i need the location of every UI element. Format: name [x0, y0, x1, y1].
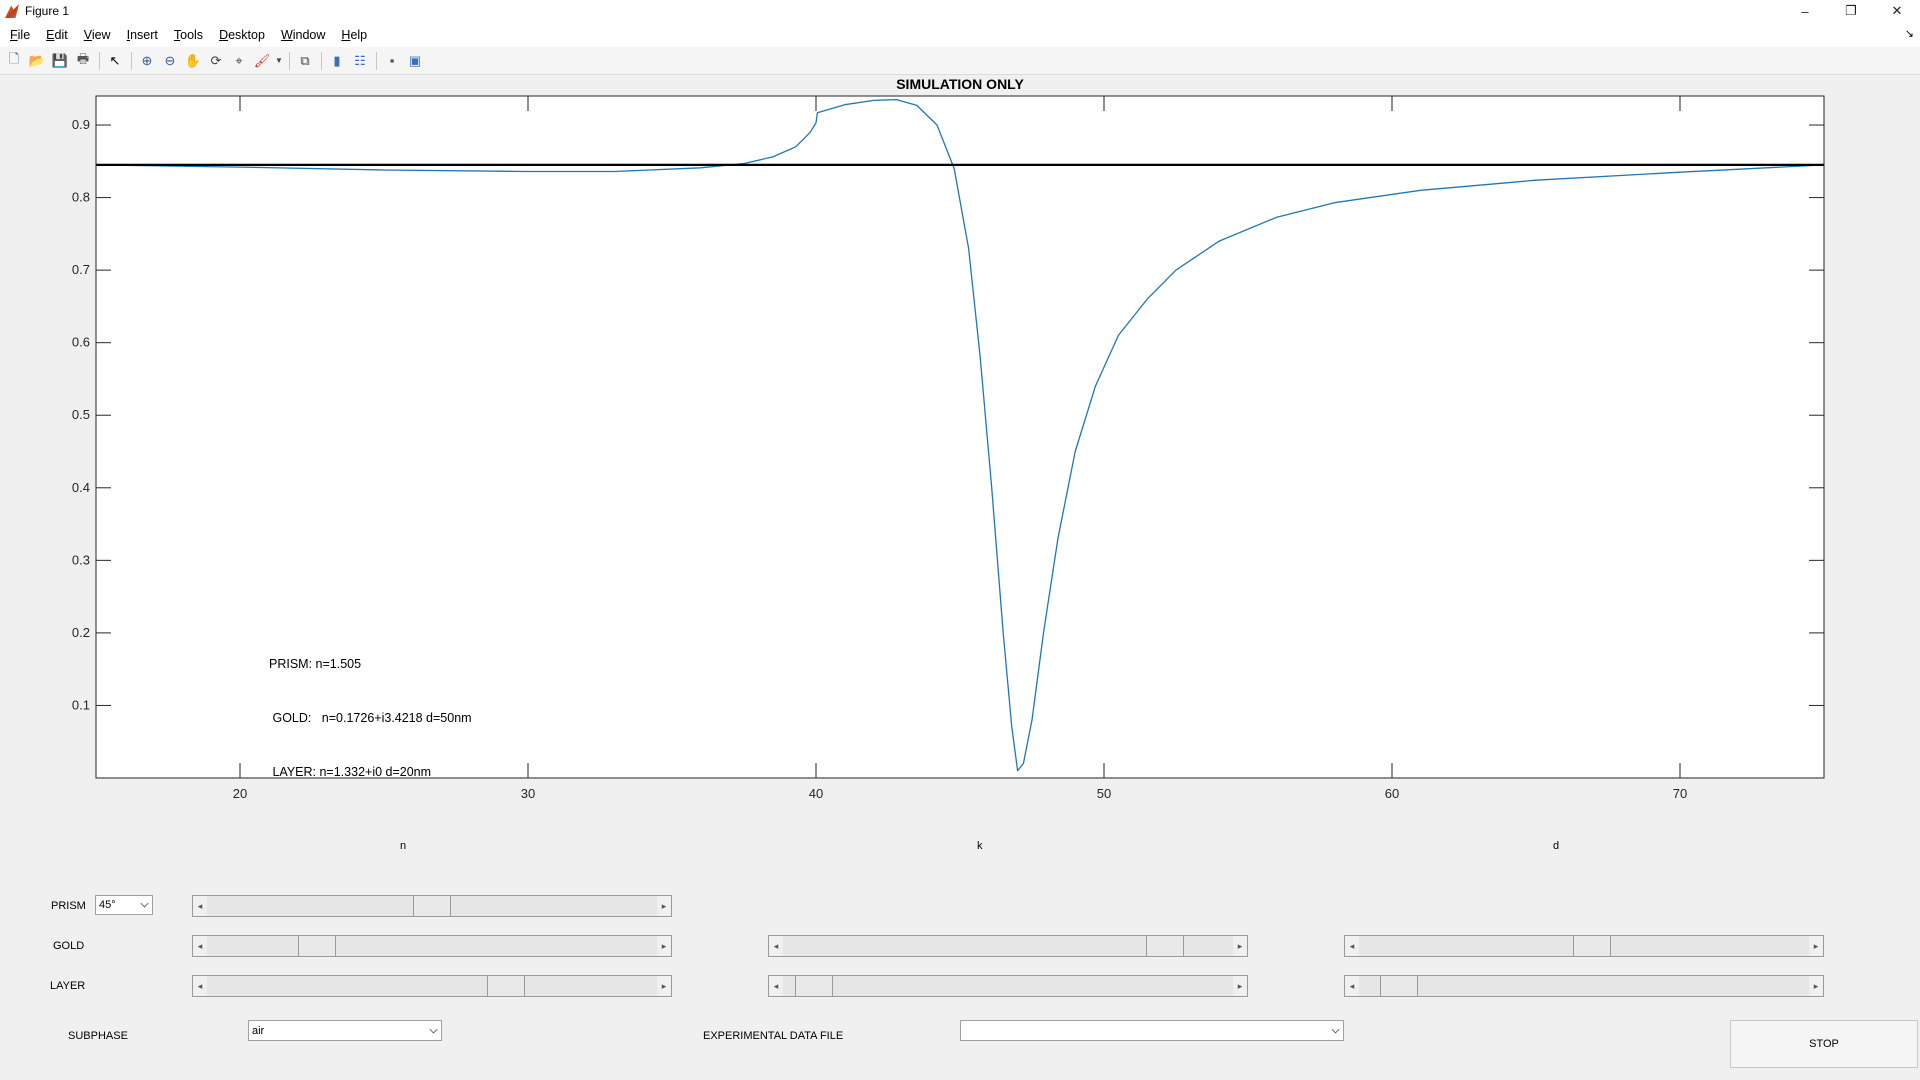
- chevron-down-icon: [429, 1025, 438, 1033]
- x-tick-label: 60: [1385, 786, 1399, 801]
- chevron-down-icon: [140, 899, 149, 908]
- slider-right-arrow[interactable]: ▸: [1809, 936, 1823, 956]
- subphase-select[interactable]: air: [248, 1020, 442, 1041]
- plot-axes[interactable]: 20 30 40 50 60 70 0.1 0.2 0.3 0.4 0.5 0.6 0.7 0.8 0.9: [0, 0, 1920, 1080]
- plot-annotation: PRISM: n=1.505 GOLD: n=0.1726+i3.4218 d=…: [269, 619, 472, 799]
- x-tick-label: 20: [233, 786, 247, 801]
- y-tick-label: 0.6: [72, 335, 90, 350]
- slider-right-arrow[interactable]: ▸: [657, 976, 671, 996]
- slider-thumb[interactable]: [1379, 976, 1418, 996]
- y-tick-label: 0.9: [72, 117, 90, 132]
- slider-thumb[interactable]: [795, 976, 834, 996]
- layer-n-slider[interactable]: ◂ ▸: [192, 975, 672, 997]
- slider-left-arrow[interactable]: ◂: [1345, 936, 1359, 956]
- experimental-data-file-select[interactable]: [960, 1020, 1344, 1041]
- y-tick-label: 0.2: [72, 625, 90, 640]
- experimental-data-file-label: EXPERIMENTAL DATA FILE: [703, 1030, 844, 1042]
- y-tick-label: 0.1: [72, 697, 90, 712]
- gold-n-slider[interactable]: ◂ ▸: [192, 935, 672, 957]
- stop-button[interactable]: STOP: [1730, 1020, 1918, 1068]
- slider-left-arrow[interactable]: ◂: [193, 896, 207, 916]
- row-label-prism: PRISM: [51, 900, 86, 912]
- slider-thumb[interactable]: [1145, 936, 1184, 956]
- slider-thumb[interactable]: [297, 936, 336, 956]
- row-label-layer: LAYER: [50, 980, 86, 992]
- x-tick-label: 50: [1097, 786, 1111, 801]
- slider-right-arrow[interactable]: ▸: [1233, 936, 1247, 956]
- y-tick-label: 0.5: [72, 407, 90, 422]
- x-tick-label: 40: [809, 786, 823, 801]
- x-tick-label: 30: [521, 786, 535, 801]
- slider-right-arrow[interactable]: ▸: [1809, 976, 1823, 996]
- subphase-label: SUBPHASE: [68, 1030, 128, 1042]
- subphase-value: air: [252, 1024, 265, 1037]
- slider-right-arrow[interactable]: ▸: [657, 896, 671, 916]
- y-tick-label: 0.3: [72, 552, 90, 567]
- prism-angle-value: 45°: [99, 899, 116, 911]
- slider-left-arrow[interactable]: ◂: [193, 936, 207, 956]
- y-tick-label: 0.7: [72, 262, 90, 277]
- slider-right-arrow[interactable]: ▸: [657, 936, 671, 956]
- column-label-n: n: [400, 840, 407, 852]
- column-label-d: d: [1553, 840, 1560, 852]
- gold-k-slider[interactable]: ◂ ▸: [768, 935, 1248, 957]
- layer-k-slider[interactable]: ◂ ▸: [768, 975, 1248, 997]
- row-label-gold: GOLD: [53, 940, 85, 952]
- annotation-gold: GOLD: n=0.1726+i3.4218 d=50nm: [269, 711, 472, 725]
- slider-left-arrow[interactable]: ◂: [1345, 976, 1359, 996]
- slider-thumb[interactable]: [1573, 936, 1612, 956]
- annotation-prism: PRISM: n=1.505: [269, 657, 362, 671]
- y-tick-label: 0.8: [72, 190, 90, 205]
- x-tick-label: 70: [1673, 786, 1687, 801]
- slider-thumb[interactable]: [413, 896, 451, 916]
- gold-d-slider[interactable]: ◂ ▸: [1344, 935, 1824, 957]
- slider-right-arrow[interactable]: ▸: [1233, 976, 1247, 996]
- slider-left-arrow[interactable]: ◂: [769, 936, 783, 956]
- prism-angle-select[interactable]: 45°: [95, 895, 153, 915]
- slider-left-arrow[interactable]: ◂: [769, 976, 783, 996]
- slider-thumb[interactable]: [487, 976, 526, 996]
- annotation-layer: LAYER: n=1.332+i0 d=20nm: [269, 765, 432, 779]
- layer-d-slider[interactable]: ◂ ▸: [1344, 975, 1824, 997]
- prism-n-slider[interactable]: ◂ ▸: [192, 895, 672, 917]
- chevron-down-icon: [1331, 1025, 1340, 1033]
- y-tick-label: 0.4: [72, 480, 90, 495]
- slider-left-arrow[interactable]: ◂: [193, 976, 207, 996]
- column-label-k: k: [977, 840, 983, 852]
